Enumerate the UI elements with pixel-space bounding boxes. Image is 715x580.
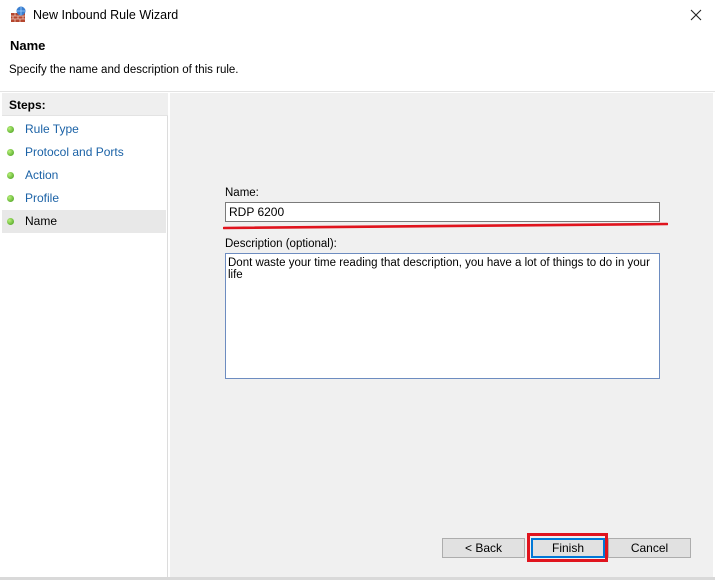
name-input[interactable]	[225, 202, 660, 222]
step-status-icon	[7, 172, 14, 179]
step-status-icon	[7, 218, 14, 225]
description-input[interactable]: Dont waste your time reading that descri…	[225, 253, 660, 379]
step-label: Name	[25, 214, 58, 228]
step-name[interactable]: Name	[2, 210, 166, 233]
wizard-header: Name Specify the name and description of…	[0, 30, 715, 92]
steps-heading: Steps:	[2, 93, 168, 116]
page-subtitle: Specify the name and description of this…	[9, 64, 239, 76]
description-label: Description (optional):	[225, 238, 337, 250]
step-label: Action	[25, 168, 59, 182]
window-title: New Inbound Rule Wizard	[33, 8, 179, 22]
step-rule-type[interactable]: Rule Type	[2, 118, 166, 141]
steps-pane: Steps: Rule Type Protocol and Ports Acti…	[2, 93, 168, 578]
back-button[interactable]: < Back	[442, 538, 525, 558]
title-bar: New Inbound Rule Wizard	[0, 0, 715, 30]
steps-heading-label: Steps:	[9, 98, 46, 112]
name-label: Name:	[225, 187, 259, 199]
step-profile[interactable]: Profile	[2, 187, 166, 210]
step-status-icon	[7, 195, 14, 202]
firewall-icon	[10, 6, 28, 24]
step-status-icon	[7, 149, 14, 156]
step-action[interactable]: Action	[2, 164, 166, 187]
cancel-button[interactable]: Cancel	[608, 538, 691, 558]
page-title: Name	[10, 38, 46, 53]
step-label: Protocol and Ports	[25, 145, 124, 159]
step-label: Rule Type	[25, 122, 79, 136]
finish-button[interactable]: Finish	[531, 538, 605, 558]
close-icon[interactable]	[685, 4, 707, 26]
content-pane: Name: Description (optional): Dont waste…	[170, 93, 713, 578]
red-underline-annotation	[223, 222, 668, 230]
step-status-icon	[7, 126, 14, 133]
step-protocol-and-ports[interactable]: Protocol and Ports	[2, 141, 166, 164]
step-label: Profile	[25, 191, 60, 205]
